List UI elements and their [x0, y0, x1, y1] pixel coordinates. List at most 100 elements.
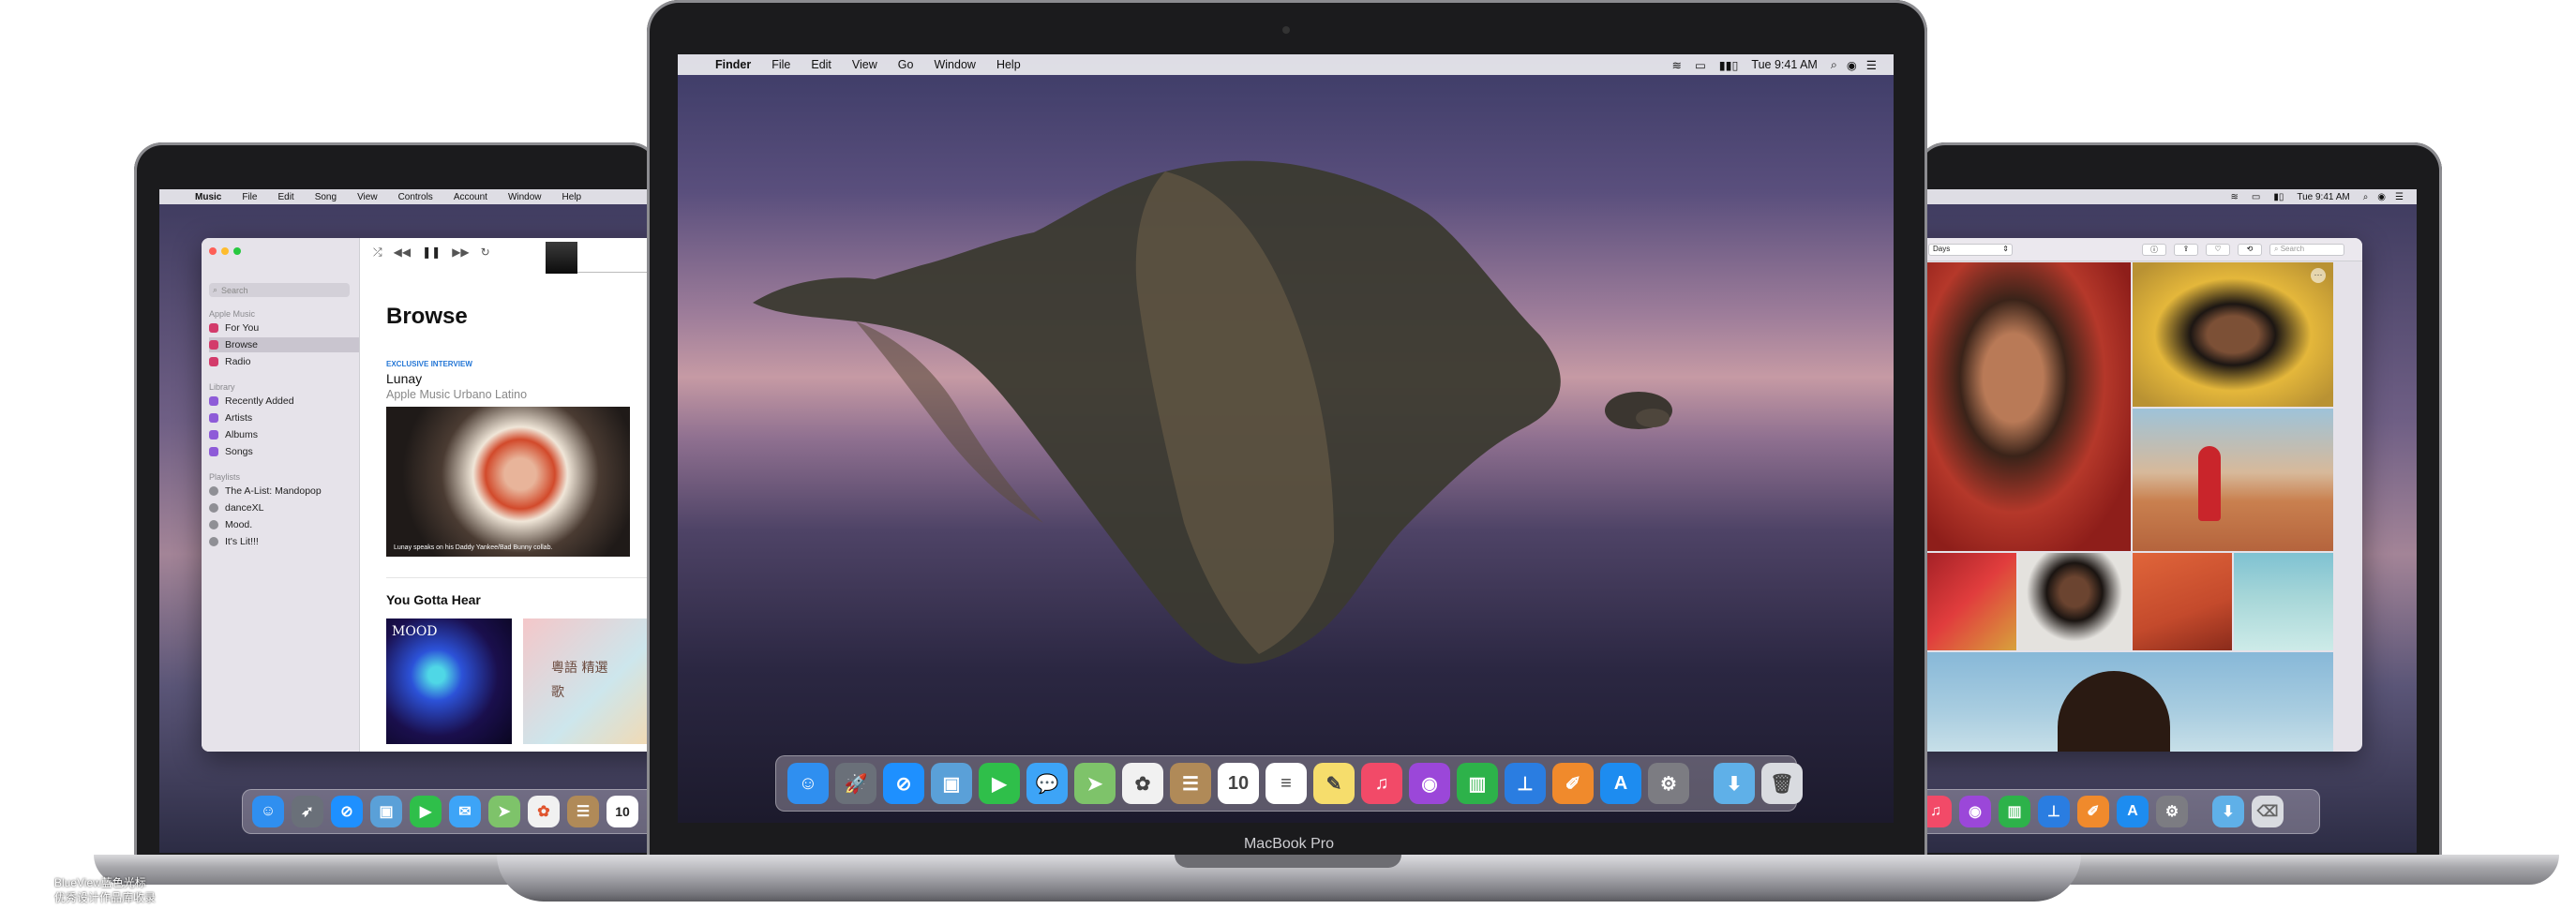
menu-controls[interactable]: Controls — [398, 192, 433, 202]
sidebar-item-playlist[interactable]: It's Lit!!! — [209, 534, 359, 549]
album-tile[interactable]: MOOD — [386, 618, 512, 744]
menu-app-name[interactable]: Music — [195, 192, 221, 202]
photo-man-portrait[interactable] — [2018, 553, 2131, 650]
photo-orange-ground[interactable] — [2133, 553, 2232, 650]
menu-file[interactable]: File — [242, 192, 257, 202]
safari-icon[interactable]: ⊘ — [331, 796, 363, 827]
menu-app-name[interactable]: Finder — [715, 58, 751, 71]
album-tile[interactable]: 粵語 精選 歌 — [523, 618, 649, 744]
pages-icon[interactable]: ✐ — [1552, 763, 1594, 804]
sidebar-item-recently-added[interactable]: Recently Added — [209, 394, 359, 409]
safari-icon[interactable]: ⊘ — [883, 763, 924, 804]
sidebar-item-playlist[interactable]: The A-List: Mandopop — [209, 484, 359, 499]
calendar-icon[interactable]: 10 — [1218, 763, 1259, 804]
airplay-icon[interactable]: ▭ — [1695, 58, 1706, 72]
siri-icon[interactable]: ◉ — [2377, 192, 2386, 202]
menu-window[interactable]: Window — [934, 58, 975, 71]
more-button[interactable]: ··· — [2311, 268, 2326, 283]
numbers-icon[interactable]: ▥ — [1457, 763, 1498, 804]
preview-icon[interactable]: ▣ — [931, 763, 972, 804]
sidebar-item-artists[interactable]: Artists — [209, 410, 359, 425]
clock[interactable]: Tue 9:41 AM — [1751, 58, 1817, 71]
photo-red-fabric[interactable] — [1917, 553, 2016, 650]
menu-view[interactable]: View — [852, 58, 877, 71]
shuffle-button[interactable]: ⤮ — [373, 246, 382, 260]
sidebar-item-albums[interactable]: Albums — [209, 427, 359, 442]
maps-icon[interactable]: ➤ — [488, 796, 520, 827]
minimize-button[interactable] — [221, 247, 229, 255]
sidebar-item-playlist[interactable]: danceXL — [209, 500, 359, 515]
keynote-icon[interactable]: ⊥ — [1505, 763, 1546, 804]
sidebar-item-playlist[interactable]: Mood. — [209, 517, 359, 532]
pause-button[interactable]: ❚❚ — [422, 246, 441, 260]
facetime-icon[interactable]: ▶ — [979, 763, 1020, 804]
siri-icon[interactable]: ◉ — [1847, 58, 1857, 72]
maps-icon[interactable]: ➤ — [1074, 763, 1116, 804]
close-button[interactable] — [209, 247, 217, 255]
system-preferences-icon[interactable]: ⚙ — [1648, 763, 1689, 804]
menu-go[interactable]: Go — [898, 58, 914, 71]
menu-edit[interactable]: Edit — [811, 58, 831, 71]
reminders-icon[interactable]: ≡ — [1266, 763, 1307, 804]
sidebar-item-songs[interactable]: Songs — [209, 444, 359, 459]
feature-artwork[interactable]: Lunay speaks on his Daddy Yankee/Bad Bun… — [386, 407, 630, 557]
menu-help[interactable]: Help — [562, 192, 582, 202]
preview-icon[interactable]: ▣ — [370, 796, 402, 827]
calendar-icon[interactable]: 10 — [607, 796, 638, 827]
podcasts-icon[interactable]: ◉ — [1409, 763, 1450, 804]
photos-icon[interactable]: ✿ — [1122, 763, 1163, 804]
trash-icon[interactable]: 🗑 — [1761, 763, 1803, 804]
finder-icon[interactable]: ☺ — [252, 796, 284, 827]
notes-icon[interactable]: ✎ — [1313, 763, 1355, 804]
battery-icon[interactable]: ▮▯ — [2273, 192, 2284, 202]
info-button[interactable]: ⓘ — [2142, 244, 2166, 256]
photo-sky-hair[interactable] — [1917, 652, 2333, 752]
music-search-field[interactable]: ⌕ Search — [209, 283, 350, 297]
now-playing-artwork[interactable] — [546, 242, 577, 274]
sidebar-item-for-you[interactable]: For You — [209, 320, 359, 335]
photos-search-field[interactable]: ⌕ Search — [2269, 244, 2344, 256]
clock[interactable]: Tue 9:41 AM — [2297, 192, 2349, 202]
photo-man-yellow[interactable]: ··· — [2133, 262, 2333, 407]
menu-view[interactable]: View — [357, 192, 378, 202]
repeat-button[interactable]: ↻ — [481, 246, 490, 260]
wifi-icon[interactable]: ≋ — [1671, 58, 1681, 72]
view-select[interactable]: Days ⇕ — [1928, 244, 2013, 256]
search-icon[interactable]: ⌕ — [1831, 58, 1837, 72]
menu-edit[interactable]: Edit — [277, 192, 293, 202]
photo-laundry-line[interactable] — [2234, 553, 2333, 650]
pages-icon[interactable]: ✐ — [2077, 796, 2109, 827]
system-preferences-icon[interactable]: ⚙ — [2156, 796, 2188, 827]
share-button[interactable]: ⇪ — [2174, 244, 2198, 256]
keynote-icon[interactable]: ⊥ — [2038, 796, 2070, 827]
search-icon[interactable]: ⌕ — [2363, 192, 2369, 202]
airplay-icon[interactable]: ▭ — [2252, 192, 2260, 202]
messages-icon[interactable]: 💬 — [1026, 763, 1068, 804]
wifi-icon[interactable]: ≋ — [2231, 192, 2239, 202]
photo-woman-red[interactable] — [1917, 262, 2131, 551]
menu-help[interactable]: Help — [996, 58, 1021, 71]
menu-window[interactable]: Window — [508, 192, 542, 202]
finder-icon[interactable]: ☺ — [787, 763, 829, 804]
rotate-button[interactable]: ⟲ — [2238, 244, 2262, 256]
podcasts-icon[interactable]: ◉ — [1959, 796, 1991, 827]
photos-icon[interactable]: ✿ — [528, 796, 560, 827]
downloads-folder-icon[interactable]: ⬇ — [2212, 796, 2244, 827]
menu-file[interactable]: File — [771, 58, 790, 71]
contacts-icon[interactable]: ☰ — [567, 796, 599, 827]
sidebar-item-radio[interactable]: Radio — [209, 354, 359, 369]
list-icon[interactable]: ☰ — [1866, 58, 1877, 72]
messages-icon[interactable]: ✉ — [449, 796, 481, 827]
launchpad-icon[interactable]: ➶ — [292, 796, 323, 827]
favorite-button[interactable]: ♡ — [2206, 244, 2230, 256]
trash-icon[interactable]: ⌫ — [2252, 796, 2284, 827]
next-button[interactable]: ▶▶ — [452, 246, 469, 260]
contacts-icon[interactable]: ☰ — [1170, 763, 1211, 804]
app-store-icon[interactable]: A — [1600, 763, 1641, 804]
menu-account[interactable]: Account — [454, 192, 487, 202]
launchpad-icon[interactable]: 🚀 — [835, 763, 876, 804]
sidebar-item-browse[interactable]: Browse — [209, 337, 359, 352]
previous-button[interactable]: ◀◀ — [394, 246, 411, 260]
battery-icon[interactable]: ▮▮▯ — [1719, 58, 1739, 72]
menu-song[interactable]: Song — [315, 192, 337, 202]
